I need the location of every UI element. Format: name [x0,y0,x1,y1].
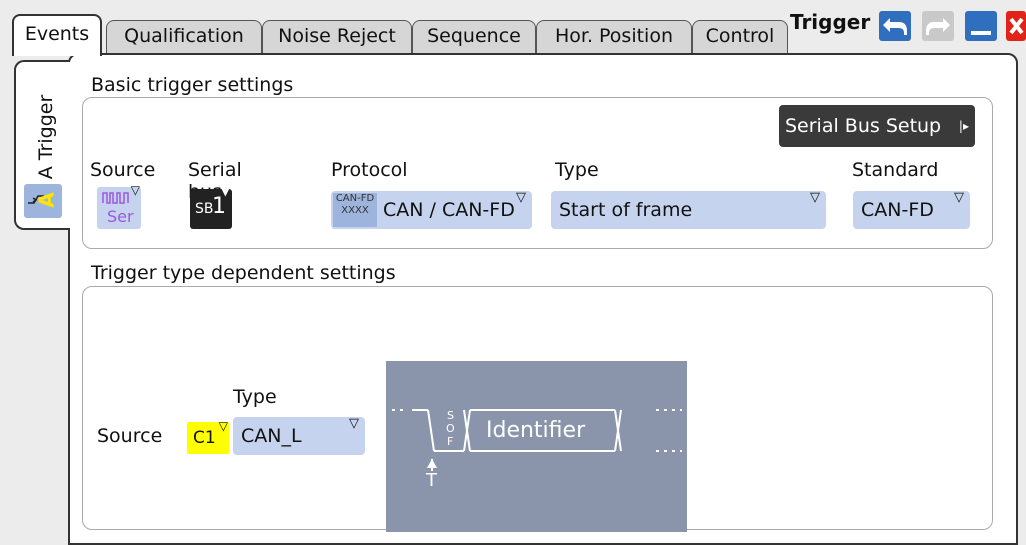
dependent-type-label: Type [233,386,277,408]
window-title: Trigger [790,10,871,34]
protocol-dropdown[interactable]: CAN-FD XXXX CAN / CAN-FD ▽ [331,190,532,229]
chevron-down-icon: ▽ [810,190,820,205]
redo-button[interactable] [922,11,954,41]
tab-control[interactable]: Control [692,20,788,54]
chevron-down-icon: ▽ [954,190,964,205]
sof-letter-s: S [447,409,454,422]
undo-icon [883,18,907,35]
dependent-source-label: Source [97,425,163,447]
chevron-right-icon: |▸ [958,119,969,133]
side-tab-a-trigger[interactable]: A Trigger A [14,60,70,230]
serial-bus-setup-label: Serial Bus Setup [785,115,942,137]
source-label: Source [90,159,156,181]
dependent-settings-title: Trigger type dependent settings [91,262,396,284]
chevron-down-icon: ▼ [220,184,230,198]
minimize-icon [971,31,991,35]
serial-bus-prefix: SB [195,201,214,217]
close-button[interactable] [1006,11,1026,41]
sof-diagram: S O F Identifier T [386,361,687,532]
tab-noise-reject[interactable]: Noise Reject [262,20,412,54]
standard-dropdown[interactable]: CAN-FD ▽ [853,190,970,229]
source-icon-text: Ser [107,207,134,226]
dependent-type-value: CAN_L [241,425,302,447]
identifier-field-label: Identifier [486,418,586,443]
tab-sequence[interactable]: Sequence [412,20,536,54]
standard-value: CAN-FD [861,199,934,221]
type-value: Start of frame [559,199,693,221]
sof-letter-o: O [446,422,455,435]
can-fd-icon: CAN-FD XXXX [333,193,377,227]
type-dropdown[interactable]: Start of frame ▽ [551,190,826,229]
tab-qualification[interactable]: Qualification [106,20,262,54]
chevron-down-icon: ▽ [349,416,359,431]
chevron-down-icon: ▽ [130,183,140,197]
trigger-point-marker: T [426,470,437,491]
close-icon [1009,17,1024,35]
dependent-type-dropdown[interactable]: CAN_L ▽ [233,416,365,455]
redo-icon [926,18,950,35]
undo-button[interactable] [879,11,911,41]
side-tab-label: A Trigger [35,94,57,180]
chevron-down-icon: ▽ [516,190,526,205]
source-selector[interactable]: Ser ▽ [97,183,141,229]
channel-value: C1 [193,428,216,448]
channel-selector[interactable]: C1 ▽ [187,419,229,454]
serial-bus-selector[interactable]: SB 1 ▼ [190,184,232,229]
standard-label: Standard [852,159,939,181]
protocol-value: CAN / CAN-FD [383,199,515,221]
sof-letter-f: F [447,435,454,448]
can-frame-illustration [392,409,682,471]
trigger-a-letter: A [34,192,59,208]
trigger-a-badge: A [24,184,62,218]
tab-events[interactable]: Events [12,14,102,56]
minimize-button[interactable] [965,11,997,41]
tab-hor-position[interactable]: Hor. Position [536,20,692,54]
serial-bus-setup-button[interactable]: Serial Bus Setup |▸ [779,105,975,147]
chevron-down-icon: ▽ [218,419,228,433]
basic-settings-title: Basic trigger settings [91,74,294,96]
protocol-label: Protocol [331,159,408,181]
type-label: Type [555,159,599,181]
